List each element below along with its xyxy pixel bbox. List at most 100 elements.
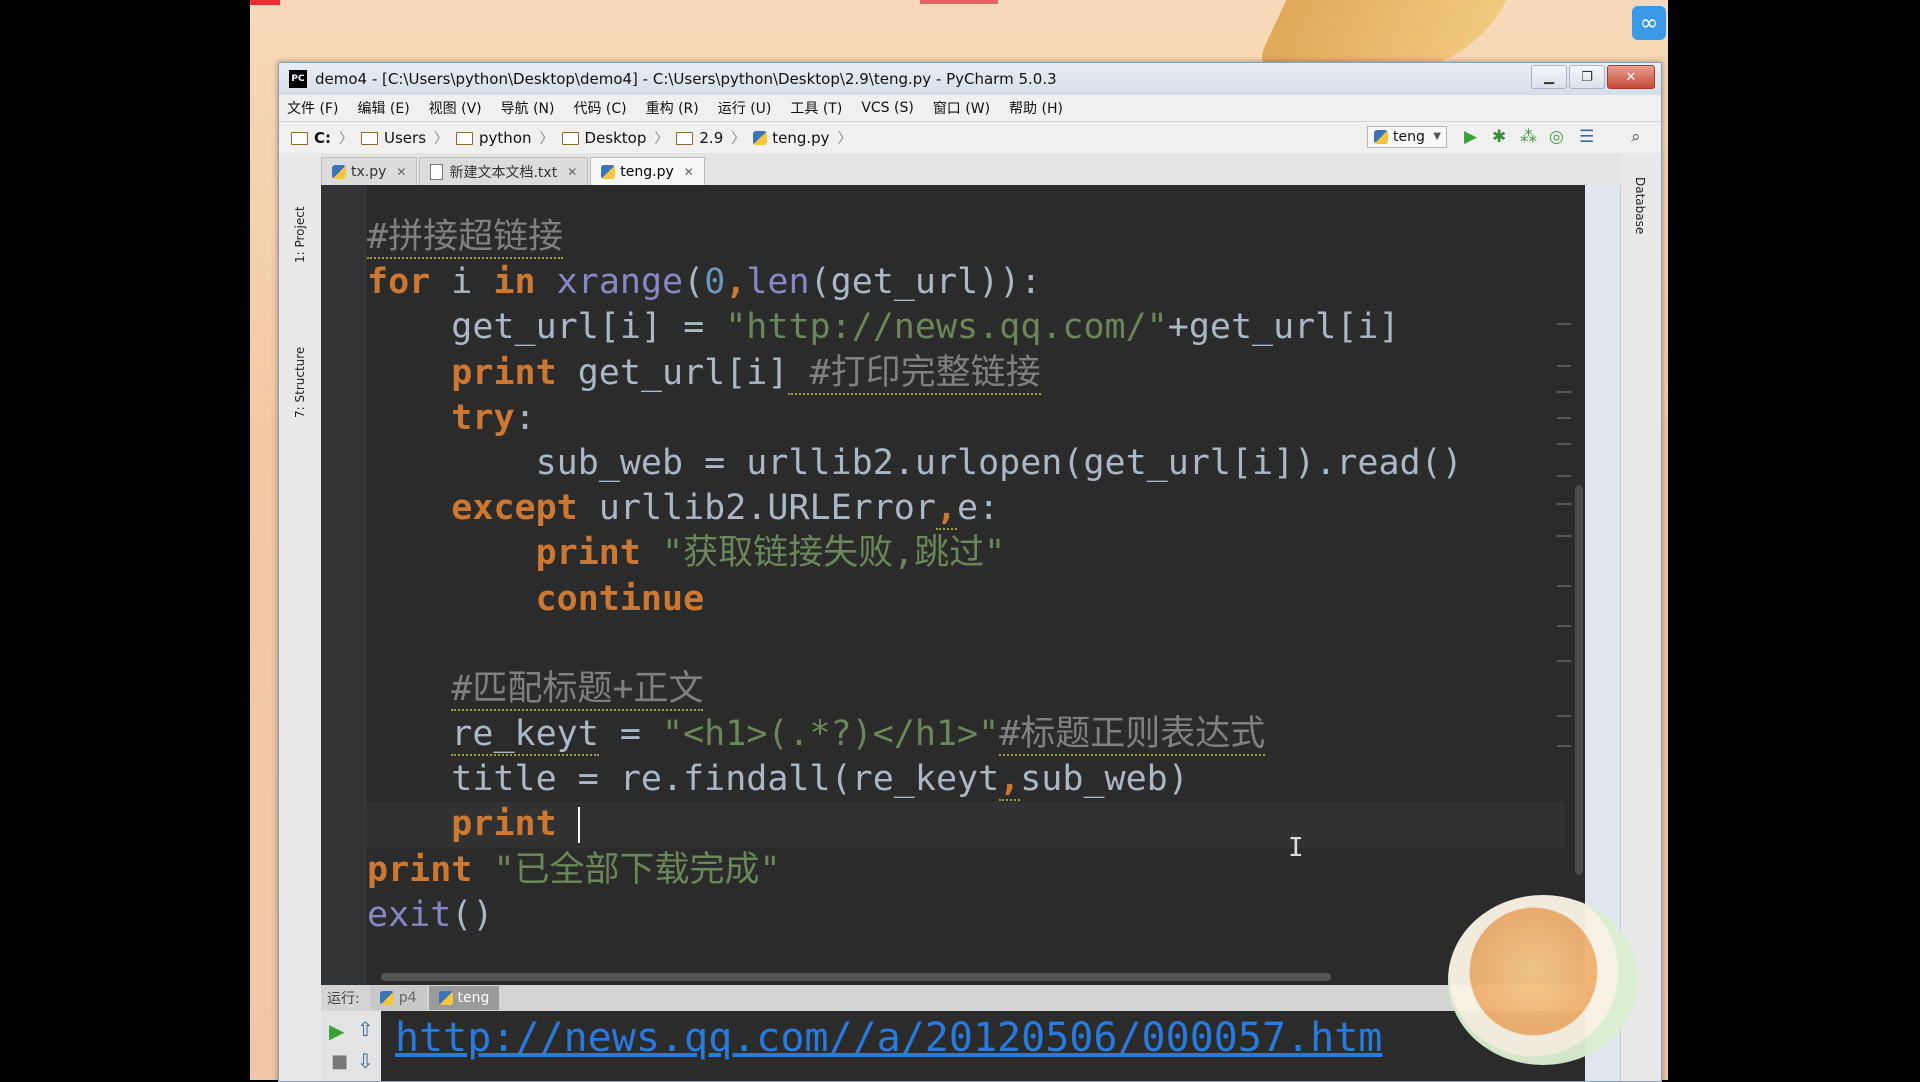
menu-navigate[interactable]: 导航 (N)	[501, 98, 555, 118]
code-line[interactable]: continue	[367, 577, 1565, 622]
code-line[interactable]: sub_web = urllib2.urlopen(get_url[i]).re…	[367, 441, 1565, 486]
folder-icon	[291, 131, 308, 145]
punctuation: ()	[451, 894, 494, 935]
structure-panel-tab[interactable]: 7: Structure	[293, 347, 307, 418]
code-line[interactable]: print "获取链接失败,跳过"	[367, 531, 1565, 576]
arrow-up-icon[interactable]: ⇧	[357, 1017, 374, 1041]
punctuation: :	[514, 397, 536, 438]
run-tab-p4[interactable]: p4	[369, 986, 427, 1010]
cloud-sync-icon[interactable]: ∞	[1632, 6, 1666, 40]
coverage-icon[interactable]: ⁂	[1520, 128, 1537, 146]
error-stripe-mark[interactable]	[1557, 391, 1571, 393]
number: 0	[704, 262, 726, 303]
code-line[interactable]: get_url[i] = "http://news.qq.com/"+get_u…	[367, 305, 1565, 350]
breadcrumb-2-9[interactable]: 2.9	[676, 129, 723, 147]
menu-help[interactable]: 帮助 (H)	[1009, 98, 1063, 118]
error-stripe-mark[interactable]	[1557, 585, 1571, 587]
tab-teng-py[interactable]: teng.py ✕	[590, 157, 705, 185]
stop-icon[interactable]: ■	[331, 1051, 348, 1072]
run-icon[interactable]: ▶	[1464, 128, 1477, 146]
code-line[interactable]: title = re.findall(re_keyt,sub_web)	[367, 757, 1565, 802]
run-configuration-select[interactable]: teng ▼	[1367, 126, 1447, 148]
folder-icon	[561, 131, 579, 145]
code-editor[interactable]: #拼接超链接 for i in xrange(0,len(get_url)): …	[321, 185, 1585, 985]
code-line[interactable]: except urllib2.URLError,e:	[367, 486, 1565, 531]
mouse-ibeam-icon: I	[1288, 833, 1304, 863]
close-tab-icon[interactable]: ✕	[567, 165, 577, 179]
punctuation: ,	[999, 759, 1021, 802]
code-line[interactable]: print "已全部下载完成"	[367, 848, 1565, 893]
error-stripe-mark[interactable]	[1557, 323, 1571, 325]
menu-edit[interactable]: 编辑 (E)	[357, 98, 409, 118]
menu-refactor[interactable]: 重构 (R)	[646, 98, 699, 118]
error-stripe-mark[interactable]	[1557, 365, 1571, 367]
menu-tools[interactable]: 工具 (T)	[790, 98, 842, 118]
code-line-current[interactable]: print	[367, 802, 1565, 848]
vertical-scrollbar[interactable]	[1573, 185, 1585, 985]
menu-view[interactable]: 视图 (V)	[429, 98, 482, 118]
tab-label: tx.py	[351, 163, 387, 180]
project-panel-tab[interactable]: 1: Project	[293, 206, 307, 263]
concurrency-icon[interactable]: ☰	[1579, 128, 1594, 146]
text-cursor	[577, 807, 580, 844]
code-line[interactable]: try:	[367, 396, 1565, 441]
rerun-icon[interactable]: ▶	[329, 1019, 344, 1043]
code-line[interactable]: exit()	[367, 893, 1565, 938]
wallpaper-decoration	[1253, 0, 1507, 70]
database-panel-tab[interactable]: Database	[1633, 177, 1647, 234]
code-content[interactable]: #拼接超链接 for i in xrange(0,len(get_url)): …	[367, 215, 1565, 938]
breadcrumb-desktop[interactable]: Desktop	[561, 129, 646, 147]
tab-text-document[interactable]: 新建文本文档.txt ✕	[419, 157, 589, 185]
menu-code[interactable]: 代码 (C)	[573, 98, 626, 118]
comment: #拼接超链接	[367, 217, 564, 259]
close-icon[interactable]: ✕	[1607, 65, 1655, 89]
horizontal-scrollbar[interactable]	[381, 973, 1331, 981]
error-stripe-mark[interactable]	[1557, 745, 1571, 747]
debug-icon[interactable]: ✱	[1492, 128, 1506, 146]
code-text: =	[598, 714, 663, 755]
close-tab-icon[interactable]: ✕	[396, 165, 406, 179]
tab-tx-py[interactable]: tx.py ✕	[321, 157, 418, 185]
error-stripe-mark[interactable]	[1557, 443, 1571, 445]
breadcrumb-file[interactable]: teng.py	[753, 129, 830, 147]
minimize-icon[interactable]: ▁	[1531, 65, 1567, 89]
menu-window[interactable]: 窗口 (W)	[933, 98, 990, 118]
breadcrumb-users[interactable]: Users	[361, 129, 426, 147]
code-line[interactable]: #匹配标题+正文	[367, 667, 1565, 712]
menu-run[interactable]: 运行 (U)	[718, 98, 772, 118]
breadcrumb-python[interactable]: python	[456, 129, 532, 147]
code-line[interactable]: print get_url[i] #打印完整链接	[367, 351, 1565, 396]
error-stripe-mark[interactable]	[1557, 715, 1571, 717]
code-line[interactable]: for i in xrange(0,len(get_url)):	[367, 260, 1565, 305]
menu-file[interactable]: 文件 (F)	[287, 98, 338, 118]
code-line[interactable]: re_keyt = "<h1>(.*?)</h1>"#标题正则表达式	[367, 712, 1565, 757]
identifier: re_keyt	[451, 714, 599, 757]
code-text: sub_web)	[1020, 759, 1189, 800]
pycharm-icon: PC	[289, 70, 307, 88]
error-stripe-mark[interactable]	[1557, 417, 1571, 419]
error-stripe-mark[interactable]	[1557, 503, 1571, 505]
close-tab-icon[interactable]: ✕	[684, 165, 694, 179]
error-stripe-mark[interactable]	[1557, 535, 1571, 537]
chevron-right-icon: 〉	[339, 131, 354, 147]
search-icon[interactable]: ⌕	[1631, 128, 1641, 146]
error-stripe-mark[interactable]	[1557, 475, 1571, 477]
scrollbar-thumb[interactable]	[1575, 485, 1583, 875]
code-line[interactable]: #拼接超链接	[367, 215, 1565, 260]
output-url-link[interactable]: http://news.qq.com//a/20120506/000057.ht…	[395, 1015, 1382, 1061]
arrow-down-icon[interactable]: ⇩	[357, 1049, 374, 1073]
folder-icon	[361, 131, 379, 145]
run-tab-teng[interactable]: teng	[428, 986, 500, 1010]
breadcrumb-drive[interactable]: C:	[291, 129, 331, 147]
menu-vcs[interactable]: VCS (S)	[861, 100, 914, 116]
code-line-empty[interactable]	[367, 622, 1565, 667]
keyword: print	[451, 352, 557, 393]
maximize-icon[interactable]: ❐	[1569, 65, 1605, 89]
error-stripe-mark[interactable]	[1557, 660, 1571, 662]
editor-gutter[interactable]	[321, 185, 366, 985]
code-text: get_url[i]	[556, 352, 789, 393]
profile-icon[interactable]: ◎	[1549, 128, 1564, 146]
error-stripe-mark[interactable]	[1557, 625, 1571, 627]
punctuation: ,	[725, 262, 747, 303]
